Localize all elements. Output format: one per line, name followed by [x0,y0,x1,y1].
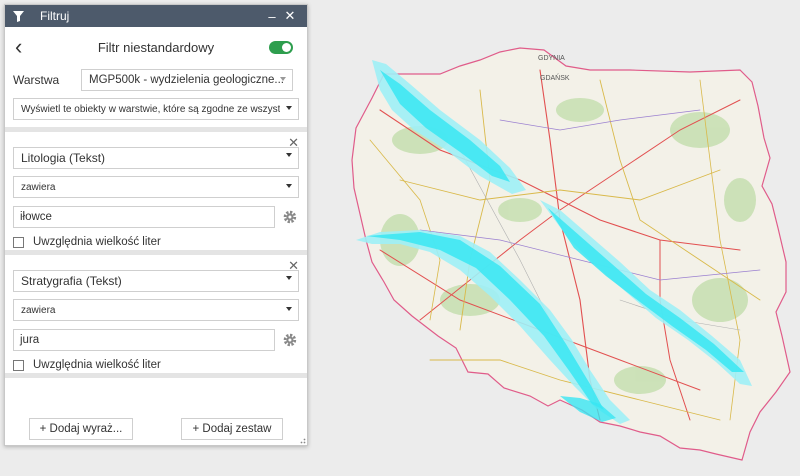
window-title: Filtruj [40,9,70,23]
value-input[interactable]: iłowce [13,206,276,228]
operator-row: zawiera [5,295,307,325]
field-select-value: Litologia (Tekst) [21,151,106,165]
chevron-down-icon [280,77,286,81]
back-arrow-icon[interactable]: ‹ [15,36,35,58]
toggle-knob [282,43,291,52]
close-button[interactable]: ✕ [281,8,299,24]
gear-icon[interactable] [281,208,299,226]
operator-select[interactable]: zawiera [13,176,299,198]
value-input-text: iłowce [20,211,52,223]
value-input-text: jura [20,334,40,346]
layer-select[interactable]: MGP500k - wydzielenia geologiczne... [81,69,293,91]
expression-block: ✕ Stratygrafia (Tekst) zawiera jura Uwzg… [5,255,307,373]
add-set-button[interactable]: + Dodaj zestaw [181,418,283,440]
minimize-button[interactable]: – [263,9,281,24]
field-select[interactable]: Litologia (Tekst) [13,147,299,169]
map-city-label: GDYNIA [538,55,565,62]
map-city-label: GDAŃSK [540,73,570,82]
value-row: iłowce [5,202,307,232]
match-mode-value: Wyświetl te obiekty w warstwie, które są… [21,103,280,115]
field-select-value: Stratygrafia (Tekst) [21,274,122,288]
filter-icon [13,10,24,22]
filter-toggle[interactable] [269,41,293,54]
chevron-down-icon [286,106,292,110]
layer-row: Warstwa MGP500k - wydzielenia geologiczn… [5,67,307,93]
page-title: Filtr niestandardowy [97,39,215,55]
expression-block: ✕ Litologia (Tekst) zawiera iłowce Uwzgl… [5,132,307,250]
add-expression-button[interactable]: + Dodaj wyraż... [29,418,133,440]
match-row: Wyświetl te obiekty w warstwie, które są… [5,93,307,125]
panel-header: ‹ Filtr niestandardowy [5,27,307,67]
operator-select[interactable]: zawiera [13,299,299,321]
match-mode-select[interactable]: Wyświetl te obiekty w warstwie, które są… [13,98,299,120]
operator-value: zawiera [21,181,56,193]
gear-icon[interactable] [281,331,299,349]
expression-field-row: Stratygrafia (Tekst) [5,267,307,295]
chevron-down-icon [286,153,292,157]
case-sensitive-checkbox[interactable] [13,359,24,371]
chevron-down-icon [286,276,292,280]
chevron-down-icon [286,307,292,311]
filter-panel: Filtruj – ✕ ‹ Filtr niestandardowy Warst… [4,4,308,446]
case-sensitive-row: Uwzględnia wielkość liter [5,355,307,375]
case-sensitive-label: Uwzględnia wielkość liter [33,359,161,371]
operator-row: zawiera [5,172,307,202]
case-sensitive-row: Uwzględnia wielkość liter [5,232,307,252]
value-row: jura [5,325,307,355]
resize-handle-icon[interactable] [298,436,306,444]
value-input[interactable]: jura [13,329,276,351]
layer-select-value: MGP500k - wydzielenia geologiczne... [89,74,284,86]
chevron-down-icon [286,184,292,188]
case-sensitive-checkbox[interactable] [13,236,24,248]
field-select[interactable]: Stratygrafia (Tekst) [13,270,299,292]
window-titlebar: Filtruj – ✕ [5,5,307,27]
operator-value: zawiera [21,304,56,316]
layer-label: Warstwa [13,73,60,87]
expression-field-row: Litologia (Tekst) [5,144,307,172]
case-sensitive-label: Uwzględnia wielkość liter [33,236,161,248]
